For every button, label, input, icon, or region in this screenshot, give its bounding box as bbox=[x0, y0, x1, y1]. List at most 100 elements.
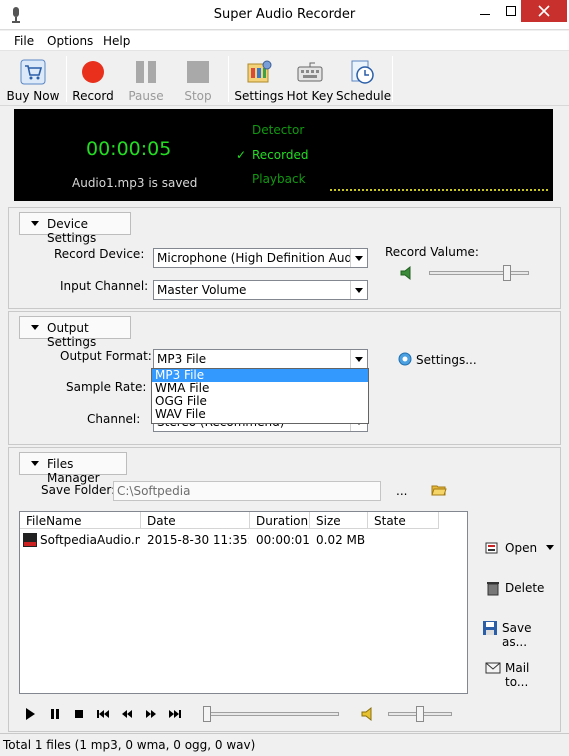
play-icon[interactable] bbox=[22, 706, 38, 722]
column-header-duration[interactable]: Duration bbox=[250, 512, 310, 529]
maximize-button[interactable] bbox=[500, 0, 522, 22]
save-as-button[interactable]: Save as... bbox=[482, 618, 558, 649]
record-label: Record bbox=[72, 89, 114, 103]
output-format-label: Output Format: bbox=[60, 349, 152, 363]
browse-button[interactable]: ... bbox=[396, 484, 407, 498]
column-header-filename[interactable]: FileName bbox=[20, 512, 141, 529]
record-volume-slider[interactable] bbox=[502, 265, 511, 281]
pause-icon bbox=[136, 61, 156, 83]
table-row[interactable]: SoftpediaAudio.mp3 2015-8-30 11:35:2... … bbox=[20, 532, 467, 549]
mail-to-button[interactable]: Mail to... bbox=[485, 658, 555, 689]
menu-options[interactable]: Options bbox=[47, 34, 93, 48]
playback-volume-slider[interactable] bbox=[416, 706, 424, 722]
mode-playback[interactable]: Playback bbox=[252, 172, 306, 186]
skip-back-icon[interactable] bbox=[95, 706, 111, 722]
collapse-arrow-icon bbox=[31, 325, 39, 330]
stop-playback-icon[interactable] bbox=[71, 706, 87, 722]
output-settings-header[interactable]: Output Settings bbox=[19, 316, 131, 349]
channel-label: Channel: bbox=[87, 412, 141, 426]
hot-key-button[interactable]: Hot Key bbox=[286, 52, 334, 106]
status-message: Audio1.mp3 is saved bbox=[72, 176, 198, 190]
dropdown-arrow-icon bbox=[350, 281, 367, 299]
column-header-size[interactable]: Size bbox=[310, 512, 368, 529]
pause-playback-icon[interactable] bbox=[47, 706, 63, 722]
status-text: Total 1 files (1 mp3, 0 wma, 0 ogg, 0 wa… bbox=[3, 738, 256, 752]
open-label: Open bbox=[505, 541, 538, 555]
settings-button[interactable]: Settings bbox=[234, 52, 284, 106]
schedule-label: Schedule bbox=[336, 89, 392, 103]
keyboard-icon bbox=[297, 62, 323, 82]
sample-rate-label: Sample Rate: bbox=[66, 380, 147, 394]
toolbar-separator bbox=[392, 56, 393, 102]
save-folder-input[interactable]: C:\Softpedia bbox=[113, 481, 381, 501]
menu-file[interactable]: File bbox=[14, 34, 34, 48]
record-volume-track[interactable] bbox=[429, 271, 529, 275]
toolbar-separator bbox=[66, 56, 67, 102]
format-option[interactable]: WAV File bbox=[152, 408, 368, 421]
close-button[interactable] bbox=[521, 0, 567, 22]
files-table: FileName Date Duration Size State Softpe… bbox=[19, 511, 468, 694]
schedule-clock-icon bbox=[351, 60, 374, 84]
input-channel-select[interactable]: Master Volume bbox=[153, 280, 368, 300]
minimize-icon bbox=[480, 14, 490, 15]
record-device-label: Record Device: bbox=[54, 247, 145, 261]
row-size: 0.02 MB bbox=[316, 533, 366, 547]
record-device-select[interactable]: Microphone (High Definition Audio Devic bbox=[153, 248, 368, 268]
stop-button[interactable]: Stop bbox=[174, 52, 222, 106]
audio-file-icon bbox=[23, 533, 37, 547]
skip-forward-icon[interactable] bbox=[167, 706, 183, 722]
elapsed-time: 00:00:05 bbox=[86, 138, 172, 160]
buy-now-button[interactable]: Buy Now bbox=[4, 52, 62, 106]
device-settings-title: Device Settings bbox=[47, 217, 97, 245]
chevron-down-icon[interactable] bbox=[546, 545, 554, 550]
record-button[interactable]: Record bbox=[70, 52, 116, 106]
pause-button[interactable]: Pause bbox=[122, 52, 170, 106]
mode-recorded[interactable]: Recorded bbox=[252, 148, 308, 162]
record-icon bbox=[82, 61, 104, 83]
menu-help[interactable]: Help bbox=[103, 34, 130, 48]
files-manager-panel: Files Manager Save Folder: C:\Softpedia … bbox=[8, 447, 561, 732]
record-device-value: Microphone (High Definition Audio Devic bbox=[157, 251, 367, 265]
menu-bar: File Options Help bbox=[0, 31, 569, 51]
open-folder-icon[interactable] bbox=[431, 483, 447, 497]
output-format-select[interactable]: MP3 File bbox=[153, 349, 368, 369]
settings-label: Settings bbox=[234, 89, 284, 103]
open-file-icon bbox=[485, 542, 498, 554]
settings-icon bbox=[247, 60, 272, 83]
output-format-dropdown-list: MP3 File WMA File OGG File WAV File bbox=[151, 368, 369, 424]
format-settings-link[interactable]: Settings... bbox=[416, 353, 477, 367]
gear-icon bbox=[398, 352, 412, 366]
dropdown-arrow-icon bbox=[350, 249, 367, 267]
device-settings-panel: Device Settings Record Device: Microphon… bbox=[8, 207, 561, 309]
playback-volume-icon bbox=[361, 706, 372, 722]
delete-file-button[interactable]: Delete bbox=[485, 578, 555, 600]
minimize-button[interactable] bbox=[474, 0, 496, 22]
close-icon bbox=[538, 5, 550, 17]
maximize-icon bbox=[506, 6, 516, 16]
status-bar: Total 1 files (1 mp3, 0 wma, 0 ogg, 0 wa… bbox=[0, 733, 569, 756]
column-header-date[interactable]: Date bbox=[141, 512, 250, 529]
delete-label: Delete bbox=[505, 581, 545, 595]
seek-slider[interactable] bbox=[203, 706, 211, 722]
column-header-state[interactable]: State bbox=[368, 512, 439, 529]
files-manager-header[interactable]: Files Manager bbox=[19, 452, 127, 485]
speaker-icon bbox=[400, 265, 411, 281]
schedule-button[interactable]: Schedule bbox=[336, 52, 392, 106]
device-settings-header[interactable]: Device Settings bbox=[19, 212, 131, 245]
row-duration: 00:00:01 bbox=[256, 533, 310, 547]
open-file-button[interactable]: Open bbox=[485, 538, 555, 560]
row-date: 2015-8-30 11:35:2... bbox=[147, 533, 249, 547]
stop-label: Stop bbox=[184, 89, 212, 103]
fast-forward-icon[interactable] bbox=[143, 706, 159, 722]
mail-to-label: Mail to... bbox=[505, 661, 530, 689]
mode-detector[interactable]: Detector bbox=[252, 123, 304, 137]
hot-key-label: Hot Key bbox=[286, 89, 334, 103]
seek-track[interactable] bbox=[203, 712, 339, 716]
toolbar: Buy Now Record Pause Stop Settings Hot K… bbox=[0, 52, 569, 106]
shopping-cart-icon bbox=[20, 59, 46, 85]
save-as-label: Save as... bbox=[502, 621, 532, 649]
rewind-icon[interactable] bbox=[119, 706, 135, 722]
level-meter bbox=[330, 189, 548, 191]
title-bar: Super Audio Recorder bbox=[0, 0, 569, 30]
pause-label: Pause bbox=[128, 89, 164, 103]
